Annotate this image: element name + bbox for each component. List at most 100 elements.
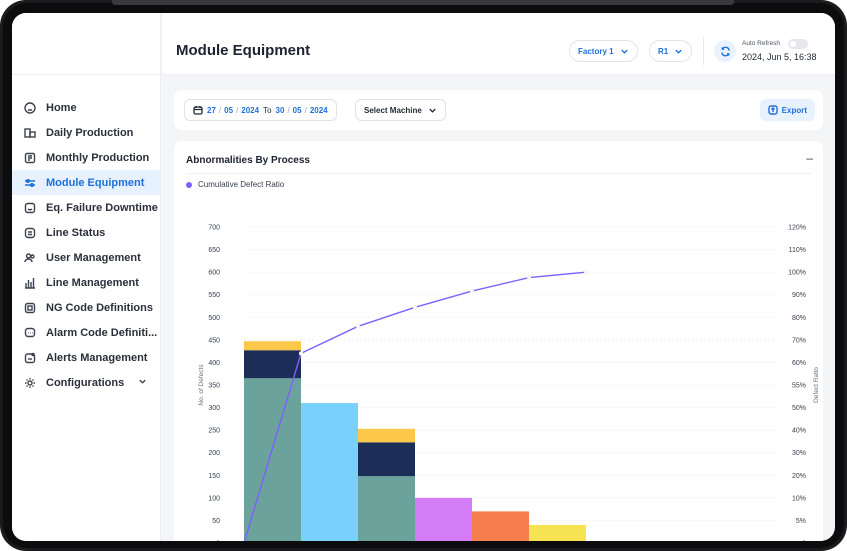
y-tick-label: 50	[212, 518, 220, 525]
factory-select-value: Factory 1	[578, 46, 614, 56]
bar-segment	[358, 476, 415, 541]
sidebar-item-label: Configurations	[46, 376, 125, 389]
line-select-value: R1	[658, 46, 669, 56]
home-icon	[24, 101, 36, 114]
auto-refresh-label: Auto Refresh	[742, 40, 780, 47]
date-separator: /	[218, 105, 222, 115]
chevron-down-icon[interactable]	[138, 377, 147, 389]
header-divider	[703, 37, 704, 65]
date-to-label: To	[263, 105, 272, 115]
date-to-year: 2024	[309, 105, 328, 115]
export-icon	[767, 105, 778, 115]
module-equipment-icon	[24, 177, 36, 189]
line-management-icon	[24, 277, 36, 289]
sidebar-item-daily-production[interactable]: Daily Production	[12, 120, 160, 145]
date-separator: /	[236, 105, 239, 115]
y2-tick-label: 40%	[792, 428, 806, 435]
users-icon	[24, 252, 36, 264]
bar-segment	[358, 428, 415, 443]
ng-code-icon	[24, 302, 36, 314]
sidebar-item-label: Alarm Code Definiti...	[46, 326, 158, 339]
date-to-day: 30	[275, 105, 285, 115]
y-tick-label: 450	[208, 337, 220, 344]
date-range-picker[interactable]: 27/05/2024 To 30/05/2024	[184, 99, 337, 121]
filter-bar: 27/05/2024 To 30/05/2024 Select Machine Expo…	[174, 90, 823, 130]
y2-tick-label: 55%	[792, 383, 806, 390]
tablet-top-edge	[112, 0, 734, 5]
bar-segment	[415, 497, 472, 541]
y-tick-label: 500	[208, 315, 220, 322]
daily-production-icon	[24, 127, 36, 139]
y2-tick-label: 70%	[792, 337, 806, 344]
current-datetime: 2024, Jun 5, 16:38	[742, 52, 817, 62]
line-select[interactable]: R1	[649, 40, 693, 62]
sidebar-item-home[interactable]: Home	[12, 95, 160, 120]
bar-segment	[472, 511, 529, 541]
cumulative-point	[298, 351, 304, 356]
pareto-chart: 0 0 50 5% 100 10% 150 20% 200 30% 250 40% 300 50% 350 5…	[198, 225, 820, 542]
y-tick-label: 650	[208, 247, 220, 254]
y-tick-label: 100	[208, 495, 220, 502]
sidebar-item-label: Line Status	[46, 226, 106, 239]
refresh-button[interactable]	[714, 40, 736, 62]
y2-tick-label: 90%	[792, 292, 806, 299]
export-label: Export	[781, 105, 807, 115]
sidebar-item-label: User Management	[46, 251, 141, 264]
sidebar-item-line-management[interactable]: Line Management	[12, 270, 160, 295]
chart-card: Abnormalities By Process – Cumulative De…	[174, 141, 823, 541]
bar-segment	[244, 341, 301, 351]
y-tick-label: 0	[216, 541, 220, 542]
y2-tick-label: 120%	[788, 225, 806, 232]
cumulative-point	[469, 289, 475, 294]
y-tick-label: 550	[208, 292, 220, 299]
date-separator: /	[304, 105, 307, 115]
date-from-month: 05	[224, 105, 234, 115]
alerts-icon	[24, 352, 36, 364]
bar-segment	[529, 524, 586, 541]
y-tick-label: 300	[208, 405, 220, 412]
sidebar-item-alarm-code-definitions[interactable]: Alarm Code Definiti...	[12, 320, 160, 345]
sidebar-item-user-management[interactable]: User Management	[12, 245, 160, 270]
y-tick-label: 200	[208, 450, 220, 457]
sidebar-item-label: NG Code Definitions	[46, 301, 153, 314]
app-screen: Home Daily Production Monthly Production…	[12, 13, 835, 541]
sidebar-item-configurations[interactable]: Configurations	[12, 370, 160, 395]
y2-tick-label: 10%	[792, 495, 806, 502]
monthly-production-icon	[24, 152, 36, 164]
chevron-down-icon	[675, 49, 682, 54]
y-tick-label: 150	[208, 473, 220, 480]
sidebar-item-label: Home	[46, 101, 77, 114]
refresh-icon	[720, 46, 730, 56]
date-from-year: 2024	[241, 105, 260, 115]
y2-tick-label: 110%	[789, 247, 806, 254]
chevron-down-icon	[429, 108, 436, 113]
auto-refresh-toggle[interactable]	[788, 39, 808, 49]
sidebar-item-alerts-management[interactable]: Alerts Management	[12, 345, 160, 370]
cumulative-point	[412, 305, 418, 310]
y-tick-label: 700	[208, 225, 220, 232]
machine-select[interactable]: Select Machine	[355, 99, 446, 121]
sidebar-item-monthly-production[interactable]: Monthly Production	[12, 145, 160, 170]
logo-area	[12, 13, 160, 75]
sidebar-item-label: Daily Production	[46, 126, 134, 139]
date-separator: /	[287, 105, 290, 115]
line-status-icon	[24, 227, 36, 239]
sidebar-item-module-equipment[interactable]: Module Equipment	[12, 170, 160, 195]
configurations-icon	[24, 377, 36, 389]
sidebar-item-line-status[interactable]: Line Status	[12, 220, 160, 245]
date-from-day: 27	[207, 105, 216, 115]
factory-select[interactable]: Factory 1	[569, 40, 638, 62]
bar-segment	[244, 350, 301, 379]
sidebar-nav: Home Daily Production Monthly Production…	[12, 95, 160, 395]
y-tick-label: 600	[208, 270, 220, 277]
y2-tick-label: 60%	[792, 360, 806, 367]
sidebar-item-ng-code-definitions[interactable]: NG Code Definitions	[12, 295, 160, 320]
sidebar-item-failure-downtime[interactable]: Eq. Failure Downtime	[12, 195, 160, 220]
bar-segment	[301, 403, 358, 541]
top-header: Module Equipment Factory 1 R1 Auto Refre…	[162, 13, 835, 75]
sidebar-item-label: Module Equipment	[46, 176, 145, 189]
y-tick-label: 350	[208, 383, 220, 390]
export-button[interactable]: Export	[759, 99, 815, 121]
y2-tick-label: 100%	[788, 270, 806, 277]
chevron-down-icon	[620, 49, 628, 54]
